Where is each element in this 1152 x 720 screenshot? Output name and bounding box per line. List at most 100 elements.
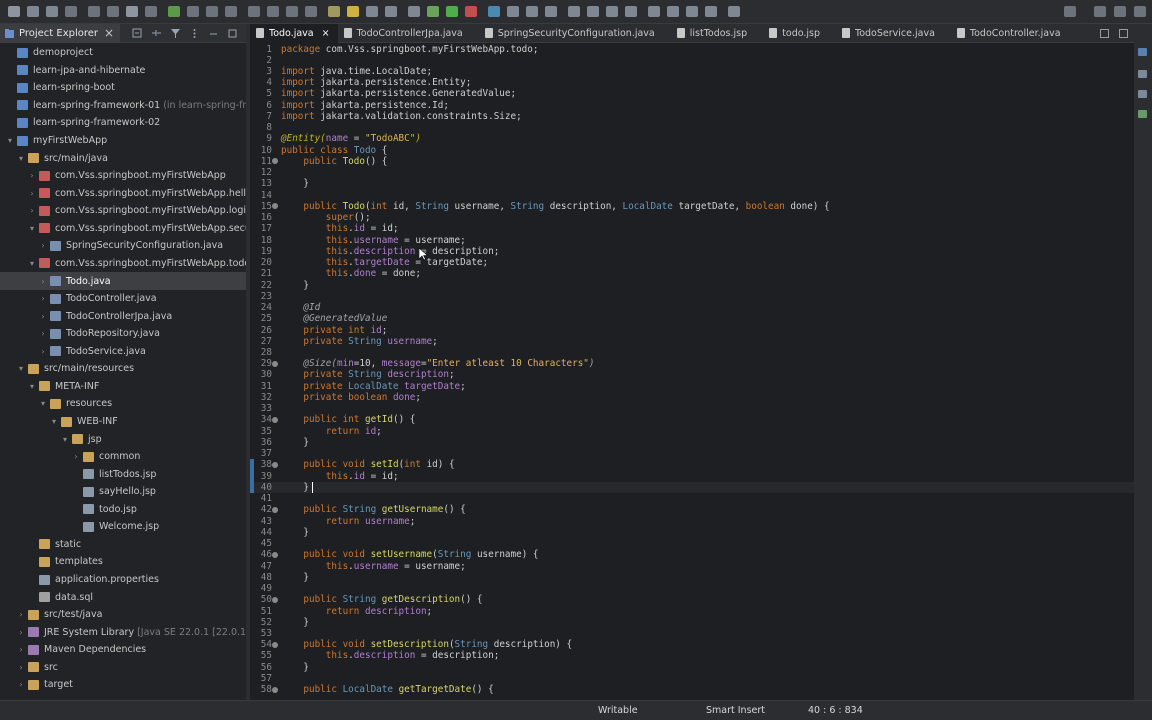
- chevron-right-icon[interactable]: ›: [27, 206, 37, 215]
- chevron-down-icon[interactable]: ▾: [16, 364, 26, 373]
- fold-toggle-icon[interactable]: [272, 360, 278, 367]
- tree-item[interactable]: Welcome.jsp: [0, 518, 246, 536]
- chevron-right-icon[interactable]: ›: [27, 171, 37, 180]
- chevron-right-icon[interactable]: ›: [38, 312, 48, 321]
- editor-tab[interactable]: listTodos.jsp: [671, 24, 763, 43]
- tab-project-explorer[interactable]: Project Explorer ×: [0, 24, 121, 43]
- save-all-icon[interactable]: [46, 6, 58, 17]
- edit-icon[interactable]: [328, 6, 340, 17]
- editor-tab[interactable]: Todo.java ×: [250, 24, 338, 43]
- tree-item[interactable]: › src: [0, 659, 246, 677]
- editor-tab[interactable]: SpringSecurityConfiguration.java: [479, 24, 671, 43]
- tree-item[interactable]: learn-jpa-and-hibernate: [0, 62, 246, 80]
- search-icon[interactable]: [568, 6, 580, 17]
- step-into-icon[interactable]: [248, 6, 260, 17]
- task-list-icon[interactable]: [1138, 70, 1147, 78]
- new-class-icon[interactable]: [526, 6, 538, 17]
- tree-item[interactable]: › com.Vss.springboot.myFirstWebApp.hello: [0, 184, 246, 202]
- chevron-right-icon[interactable]: ›: [16, 663, 26, 672]
- layout-icon[interactable]: [728, 6, 740, 17]
- search-icon[interactable]: [1064, 6, 1076, 17]
- external-tools-icon[interactable]: [488, 6, 500, 17]
- chevron-right-icon[interactable]: ›: [71, 452, 81, 461]
- fold-toggle-icon[interactable]: [272, 506, 278, 513]
- step-over-icon[interactable]: [267, 6, 279, 17]
- view-menu-icon[interactable]: [189, 28, 200, 39]
- pin-icon[interactable]: [606, 6, 618, 17]
- link-with-editor-icon[interactable]: [151, 28, 162, 39]
- tree-item[interactable]: ▾ src/main/java: [0, 149, 246, 167]
- tree-item[interactable]: › TodoRepository.java: [0, 325, 246, 343]
- disconnect-icon[interactable]: [225, 6, 237, 17]
- chevron-right-icon[interactable]: ›: [38, 347, 48, 356]
- problems-icon[interactable]: [1138, 110, 1147, 118]
- undo-icon[interactable]: [88, 6, 100, 17]
- tree-item[interactable]: sayHello.jsp: [0, 483, 246, 501]
- editor-tab[interactable]: TodoController.java: [951, 24, 1077, 43]
- chevron-right-icon[interactable]: ›: [38, 241, 48, 250]
- tree-item[interactable]: › TodoControllerJpa.java: [0, 307, 246, 325]
- fold-toggle-icon[interactable]: [272, 551, 278, 558]
- back-icon[interactable]: [686, 6, 698, 17]
- toggle-mark-icon[interactable]: [366, 6, 378, 17]
- chevron-right-icon[interactable]: ›: [27, 189, 37, 198]
- editor-tab[interactable]: TodoService.java: [836, 24, 951, 43]
- new-package-icon[interactable]: [507, 6, 519, 17]
- close-icon[interactable]: ×: [104, 27, 114, 39]
- coverage-icon[interactable]: [465, 6, 477, 17]
- perspective-java-icon[interactable]: [1114, 6, 1126, 17]
- chevron-down-icon[interactable]: ▾: [27, 259, 37, 268]
- chevron-right-icon[interactable]: ›: [16, 680, 26, 689]
- chevron-right-icon[interactable]: ›: [16, 628, 26, 637]
- maximize-icon[interactable]: [1119, 28, 1128, 38]
- chevron-down-icon[interactable]: ▾: [27, 224, 37, 233]
- console-icon[interactable]: [1138, 90, 1147, 98]
- debug-icon[interactable]: [427, 6, 439, 17]
- tree-item[interactable]: › src/test/java: [0, 606, 246, 624]
- forward-icon[interactable]: [705, 6, 717, 17]
- chevron-right-icon[interactable]: ›: [38, 277, 48, 286]
- tree-item[interactable]: listTodos.jsp: [0, 465, 246, 483]
- tree-item[interactable]: data.sql: [0, 588, 246, 606]
- bookmark-icon[interactable]: [408, 6, 420, 17]
- chevron-right-icon[interactable]: ›: [16, 645, 26, 654]
- tree-item[interactable]: › TodoService.java: [0, 343, 246, 361]
- chevron-down-icon[interactable]: ▾: [27, 382, 37, 391]
- tree-item[interactable]: ▾ META-INF: [0, 378, 246, 396]
- chevron-down-icon[interactable]: ▾: [49, 417, 59, 426]
- tree-item[interactable]: ▾ jsp: [0, 430, 246, 448]
- tree-item[interactable]: static: [0, 536, 246, 554]
- annotation-icon[interactable]: [625, 6, 637, 17]
- tree-item[interactable]: › SpringSecurityConfiguration.java: [0, 237, 246, 255]
- ant-icon[interactable]: [385, 6, 397, 17]
- fold-toggle-icon[interactable]: [272, 596, 278, 603]
- tree-item[interactable]: ▾ src/main/resources: [0, 360, 246, 378]
- chevron-right-icon[interactable]: ›: [38, 329, 48, 338]
- collapse-all-icon[interactable]: [132, 28, 143, 39]
- fold-toggle-icon[interactable]: [272, 686, 278, 693]
- tree-item[interactable]: › Maven Dependencies: [0, 641, 246, 659]
- fold-toggle-icon[interactable]: [272, 461, 278, 468]
- code-area[interactable]: 1 package com.Vss.springboot.myFirstWebAp…: [250, 43, 1134, 700]
- tree-item[interactable]: › common: [0, 448, 246, 466]
- tree-item[interactable]: › TodoController.java: [0, 290, 246, 308]
- tree-item[interactable]: demoproject: [0, 44, 246, 62]
- tree-item[interactable]: templates: [0, 553, 246, 571]
- perspective-debug-icon[interactable]: [1134, 6, 1146, 17]
- chevron-right-icon[interactable]: ›: [38, 294, 48, 303]
- chevron-right-icon[interactable]: ›: [16, 610, 26, 619]
- minimize-icon[interactable]: [208, 28, 219, 39]
- outline-icon[interactable]: [1138, 48, 1147, 56]
- pen-icon[interactable]: [347, 6, 359, 17]
- run-icon[interactable]: [446, 6, 458, 17]
- print-icon[interactable]: [65, 6, 77, 17]
- tree-item[interactable]: › target: [0, 676, 246, 694]
- chevron-down-icon[interactable]: ▾: [16, 154, 26, 163]
- perspective-icon[interactable]: [1094, 6, 1106, 17]
- fold-toggle-icon[interactable]: [272, 158, 278, 165]
- tree-item[interactable]: ▾ resources: [0, 395, 246, 413]
- chevron-down-icon[interactable]: ▾: [60, 435, 70, 444]
- step-return-icon[interactable]: [286, 6, 298, 17]
- fold-toggle-icon[interactable]: [272, 416, 278, 423]
- drop-to-frame-icon[interactable]: [305, 6, 317, 17]
